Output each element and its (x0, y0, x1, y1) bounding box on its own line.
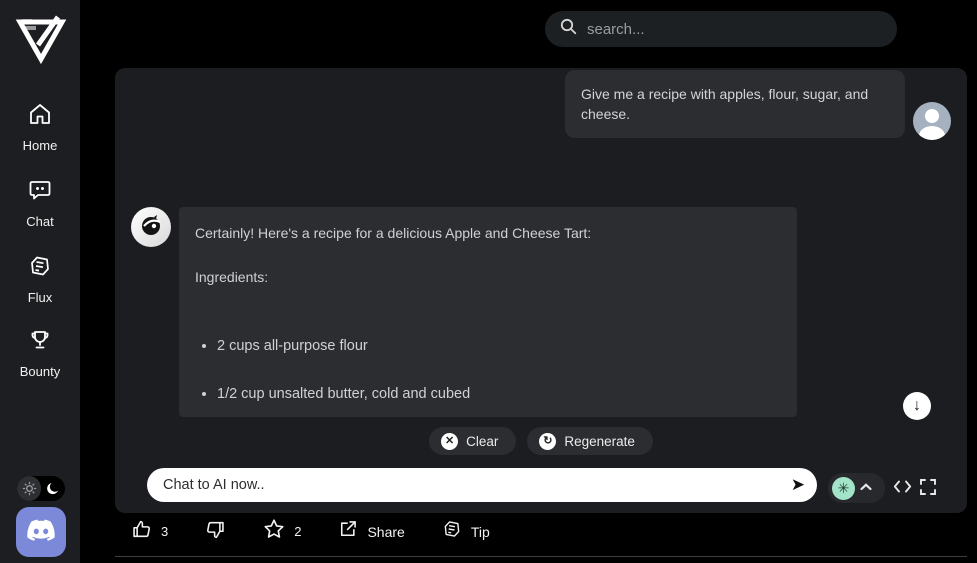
fullscreen-icon (919, 478, 937, 499)
like-count: 3 (161, 524, 169, 539)
star-icon (263, 518, 285, 545)
thumbs-down-icon (205, 519, 226, 545)
ai-avatar (131, 207, 171, 247)
chat-input-container: ➤ (147, 468, 817, 502)
thumbs-up-icon (131, 519, 152, 545)
share-icon (338, 519, 358, 544)
bottom-section-divider (115, 556, 967, 557)
sidebar-item-label: Bounty (19, 364, 61, 379)
regenerate-button-label: Regenerate (564, 433, 635, 449)
arrow-down-icon: ↓ (913, 397, 921, 414)
share-button[interactable]: Share (338, 519, 405, 544)
star-button[interactable]: 2 (263, 518, 301, 545)
ai-message-section-heading: Ingredients: (195, 269, 269, 285)
brand-logo-icon (15, 15, 67, 65)
sidebar-item-label: Chat (26, 214, 54, 229)
send-arrow-icon: ➤ (790, 475, 805, 494)
model-selector[interactable]: ✳ (828, 473, 885, 503)
search-bar[interactable] (545, 11, 897, 47)
tip-label: Tip (470, 523, 490, 540)
search-input[interactable] (587, 20, 883, 38)
ingredient-item: 2 cups all-purpose flour (217, 337, 781, 356)
sidebar-item-label: Flux (27, 290, 53, 305)
user-avatar (913, 102, 951, 140)
chat-input[interactable] (163, 477, 791, 493)
share-label: Share (367, 523, 405, 540)
discord-icon (26, 518, 56, 547)
ai-logo-icon (139, 213, 163, 242)
sidebar-item-home[interactable]: Home (0, 102, 80, 153)
search-icon (559, 17, 578, 41)
flux-icon (28, 254, 52, 283)
openai-model-icon: ✳ (832, 476, 855, 500)
brand-logo[interactable] (12, 10, 70, 68)
dark-mode-moon-icon[interactable] (41, 476, 65, 501)
post-action-bar: 3 2 Share Tip (131, 518, 490, 545)
clear-button[interactable]: ✕ Clear (429, 427, 517, 455)
regenerate-button[interactable]: ↻ Regenerate (527, 427, 653, 455)
theme-toggle[interactable] (17, 476, 65, 501)
clear-button-label: Clear (466, 433, 499, 449)
ingredient-list: 2 cups all-purpose flour 1/2 cup unsalte… (217, 337, 781, 404)
code-icon (893, 479, 912, 497)
tip-button[interactable]: Tip (442, 519, 490, 544)
fullscreen-button[interactable] (916, 476, 940, 500)
chat-panel: Give me a recipe with apples, flour, sug… (115, 68, 967, 513)
like-button[interactable]: 3 (131, 519, 168, 545)
send-button[interactable]: ➤ (791, 475, 805, 495)
ingredient-item: 1/2 cup unsalted butter, cold and cubed (217, 385, 781, 404)
code-view-button[interactable] (890, 476, 914, 500)
light-mode-sun-icon[interactable] (17, 476, 41, 501)
dislike-button[interactable] (205, 519, 226, 545)
clear-x-icon: ✕ (441, 432, 459, 450)
star-count: 2 (294, 524, 302, 539)
ai-message-intro: Certainly! Here's a recipe for a delicio… (195, 225, 592, 241)
ai-message-bubble: Certainly! Here's a recipe for a delicio… (179, 207, 797, 417)
bounty-icon (28, 328, 52, 357)
chevron-up-icon (859, 479, 873, 497)
sidebar-item-flux[interactable]: Flux (0, 254, 80, 305)
sidebar-item-chat[interactable]: Chat (0, 178, 80, 229)
sidebar-item-bounty[interactable]: Bounty (0, 328, 80, 379)
discord-button[interactable] (16, 507, 66, 557)
home-icon (28, 102, 52, 131)
sidebar-item-label: Home (22, 138, 58, 153)
sidebar: Home Chat Flux Bounty (0, 0, 80, 563)
user-avatar-person-icon (925, 109, 939, 123)
user-message-bubble: Give me a recipe with apples, flour, sug… (565, 70, 905, 138)
regenerate-refresh-icon: ↻ (539, 432, 557, 450)
chat-icon (28, 178, 52, 207)
scroll-to-bottom-button[interactable]: ↓ (903, 392, 931, 420)
tip-flux-icon (442, 519, 462, 544)
